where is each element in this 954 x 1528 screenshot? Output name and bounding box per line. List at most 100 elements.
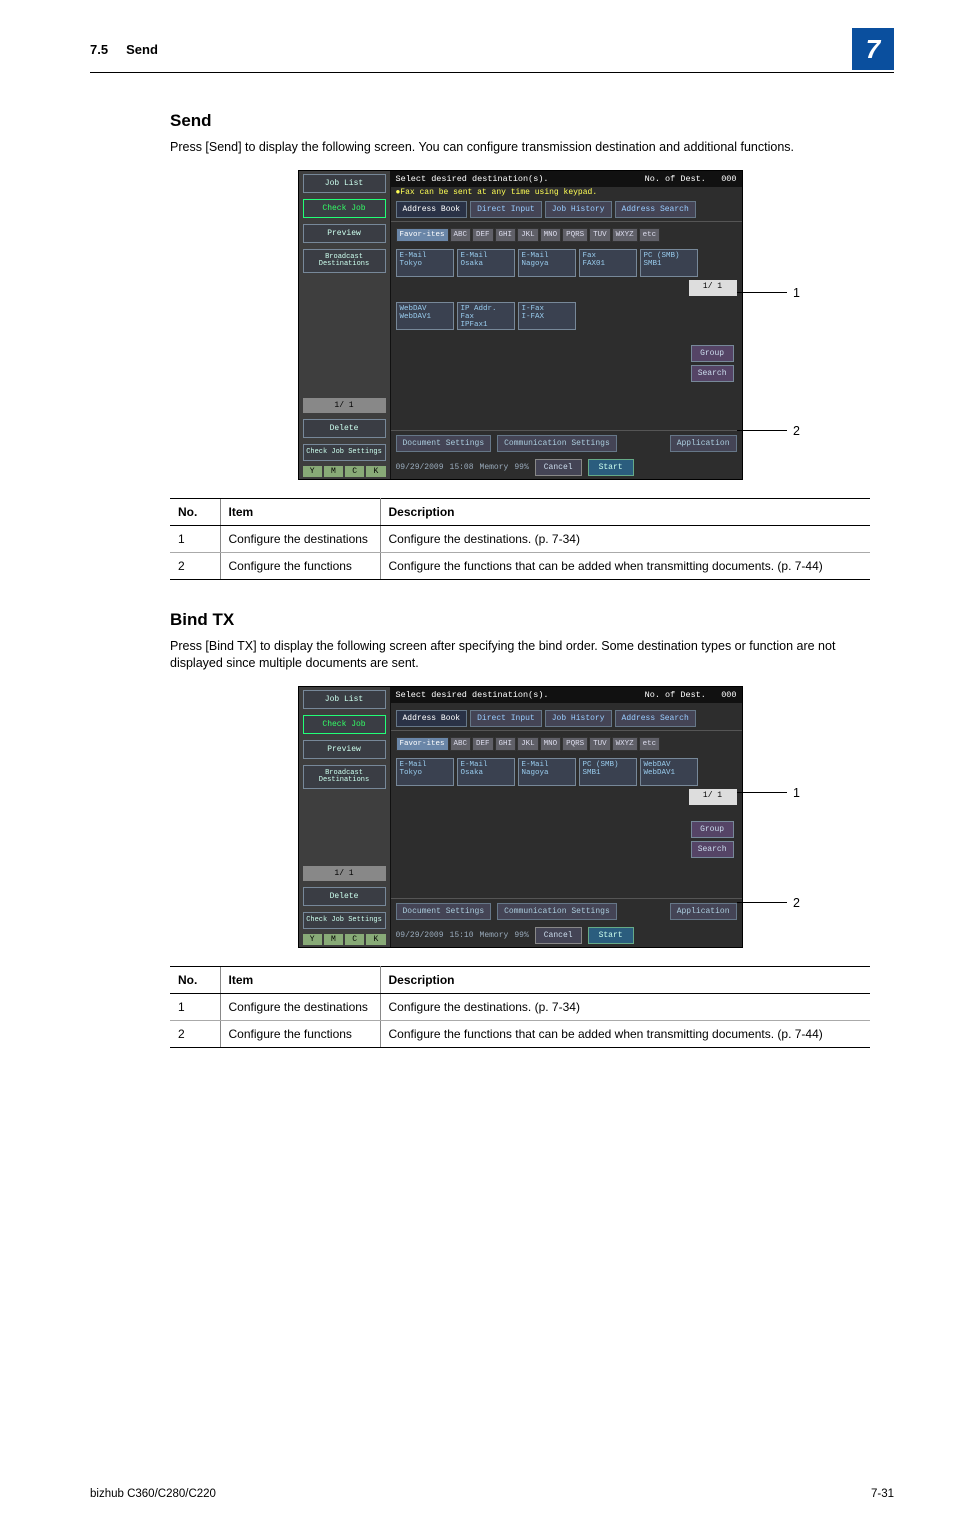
dest-type: I-Fax xyxy=(522,305,545,313)
filter-tuv[interactable]: TUV xyxy=(589,228,611,242)
dest-button[interactable]: E-MailNagoya xyxy=(518,758,576,786)
filter-jkl[interactable]: JKL xyxy=(517,737,539,751)
check-job-settings-button[interactable]: Check Job Settings xyxy=(303,444,386,461)
cell-desc: Configure the functions that can be adde… xyxy=(380,1020,870,1047)
filter-favorites[interactable]: Favor-ites xyxy=(396,228,449,242)
dest-button[interactable]: E-MailOsaka xyxy=(457,249,515,277)
group-button[interactable]: Group xyxy=(691,821,734,838)
filter-wxyz[interactable]: WXYZ xyxy=(612,737,638,751)
left-page-indicator: 1/ 1 xyxy=(303,866,386,881)
filter-ghi[interactable]: GHI xyxy=(495,737,517,751)
search-button[interactable]: Search xyxy=(691,365,734,382)
dest-name: Tokyo xyxy=(400,769,423,777)
left-panel: Job List Check Job Preview Broadcast Des… xyxy=(299,171,391,479)
start-button[interactable]: Start xyxy=(588,459,634,476)
filter-abc[interactable]: ABC xyxy=(450,737,472,751)
tab-address-search[interactable]: Address Search xyxy=(615,201,696,218)
dest-button[interactable]: WebDAVWebDAV1 xyxy=(396,302,454,330)
toner-c: C xyxy=(345,466,364,477)
filter-abc[interactable]: ABC xyxy=(450,228,472,242)
check-job-button[interactable]: Check Job xyxy=(303,715,386,734)
filter-mno[interactable]: MNO xyxy=(540,737,562,751)
panel-tabs: Address Book Direct Input Job History Ad… xyxy=(391,198,742,222)
toner-c: C xyxy=(345,934,364,945)
filter-pqrs[interactable]: PQRS xyxy=(562,228,588,242)
filter-letters: Favor-ites ABC DEF GHI JKL MNO PQRS TUV … xyxy=(391,731,742,754)
tab-direct-input[interactable]: Direct Input xyxy=(470,201,542,218)
preview-button[interactable]: Preview xyxy=(303,740,386,759)
dest-button[interactable]: E-MailOsaka xyxy=(457,758,515,786)
dest-button[interactable]: I-FaxI-FAX xyxy=(518,302,576,330)
delete-button[interactable]: Delete xyxy=(303,887,386,906)
tab-address-search[interactable]: Address Search xyxy=(615,710,696,727)
callout-1-label: 1 xyxy=(787,786,800,800)
delete-button[interactable]: Delete xyxy=(303,419,386,438)
panel-status-bar: 09/29/2009 15:08 Memory 99% Cancel Start xyxy=(391,456,742,479)
tab-job-history[interactable]: Job History xyxy=(545,201,612,218)
cell-item: Configure the destinations xyxy=(220,525,380,552)
tab-direct-input[interactable]: Direct Input xyxy=(470,710,542,727)
tab-job-history[interactable]: Job History xyxy=(545,710,612,727)
dest-button[interactable]: WebDAVWebDAV1 xyxy=(640,758,698,786)
section-number: 7.5 Send xyxy=(90,42,158,57)
dest-button[interactable]: E-MailNagoya xyxy=(518,249,576,277)
dest-button[interactable]: PC (SMB)SMB1 xyxy=(640,249,698,277)
dest-type: E-Mail xyxy=(400,252,427,260)
filter-jkl[interactable]: JKL xyxy=(517,228,539,242)
send-screenshot-wrapper: Job List Check Job Preview Broadcast Des… xyxy=(240,170,800,480)
dest-button[interactable]: PC (SMB)SMB1 xyxy=(579,758,637,786)
broadcast-dest-button[interactable]: Broadcast Destinations xyxy=(303,249,386,273)
document-settings-tab[interactable]: Document Settings xyxy=(396,435,492,452)
document-settings-tab[interactable]: Document Settings xyxy=(396,903,492,920)
preview-button[interactable]: Preview xyxy=(303,224,386,243)
bindtx-screenshot: Job List Check Job Preview Broadcast Des… xyxy=(298,686,743,948)
dest-type: WebDAV xyxy=(644,761,671,769)
chapter-number-badge: 7 xyxy=(852,28,894,70)
communication-settings-tab[interactable]: Communication Settings xyxy=(497,435,617,452)
callout-2: 2 xyxy=(737,896,800,910)
left-panel: Job List Check Job Preview Broadcast Des… xyxy=(299,687,391,947)
communication-settings-tab[interactable]: Communication Settings xyxy=(497,903,617,920)
dest-button[interactable]: E-MailTokyo xyxy=(396,249,454,277)
cell-item: Configure the destinations xyxy=(220,993,380,1020)
col-desc: Description xyxy=(380,966,870,993)
panel-titlebar: Select desired destination(s). No. of De… xyxy=(391,171,742,187)
dest-name: Osaka xyxy=(461,260,484,268)
filter-tuv[interactable]: TUV xyxy=(589,737,611,751)
check-job-button[interactable]: Check Job xyxy=(303,199,386,218)
dest-count-wrap: No. of Dest. 000 xyxy=(645,174,737,184)
cancel-button[interactable]: Cancel xyxy=(535,927,582,944)
start-button[interactable]: Start xyxy=(588,927,634,944)
cancel-button[interactable]: Cancel xyxy=(535,459,582,476)
filter-def[interactable]: DEF xyxy=(472,228,494,242)
filter-etc[interactable]: etc xyxy=(639,228,661,242)
job-list-button[interactable]: Job List xyxy=(303,174,386,193)
tab-address-book[interactable]: Address Book xyxy=(396,710,468,727)
filter-favorites[interactable]: Favor-ites xyxy=(396,737,449,751)
filter-etc[interactable]: etc xyxy=(639,737,661,751)
content-area: Send Press [Send] to display the followi… xyxy=(170,111,870,1048)
application-tab[interactable]: Application xyxy=(670,435,737,452)
tab-address-book[interactable]: Address Book xyxy=(396,201,468,218)
filter-mno[interactable]: MNO xyxy=(540,228,562,242)
job-list-button[interactable]: Job List xyxy=(303,690,386,709)
dest-button[interactable]: E-MailTokyo xyxy=(396,758,454,786)
filter-wxyz[interactable]: WXYZ xyxy=(612,228,638,242)
panel-hint: ●Fax can be sent at any time using keypa… xyxy=(391,187,742,198)
filter-ghi[interactable]: GHI xyxy=(495,228,517,242)
dest-count: 000 xyxy=(721,174,736,184)
dest-button[interactable]: IP Addr. FaxIPFax1 xyxy=(457,302,515,330)
cell-desc: Configure the functions that can be adde… xyxy=(380,552,870,579)
group-button[interactable]: Group xyxy=(691,345,734,362)
col-no: No. xyxy=(170,966,220,993)
dest-button[interactable]: FaxFAX01 xyxy=(579,249,637,277)
status-mem-label: Memory xyxy=(480,931,509,940)
filter-pqrs[interactable]: PQRS xyxy=(562,737,588,751)
dest-name: FAX01 xyxy=(583,260,606,268)
application-tab[interactable]: Application xyxy=(670,903,737,920)
filter-def[interactable]: DEF xyxy=(472,737,494,751)
dest-type: E-Mail xyxy=(400,761,427,769)
check-job-settings-button[interactable]: Check Job Settings xyxy=(303,912,386,929)
broadcast-dest-button[interactable]: Broadcast Destinations xyxy=(303,765,386,789)
search-button[interactable]: Search xyxy=(691,841,734,858)
